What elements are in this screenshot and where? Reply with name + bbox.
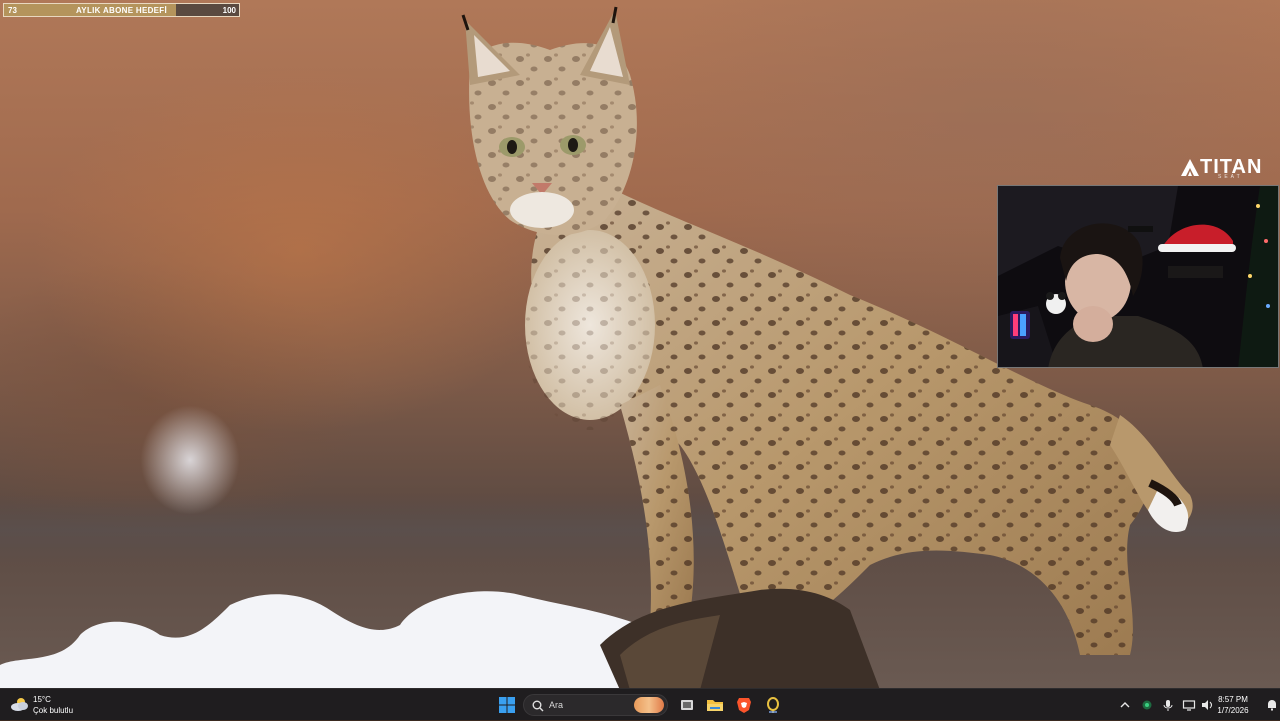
taskbar-search[interactable]: Ara (523, 694, 668, 716)
brand-subtitle: SEAT (1218, 174, 1243, 180)
network-icon[interactable] (1140, 698, 1154, 712)
task-view-button[interactable] (675, 693, 699, 717)
display-icon[interactable] (1182, 698, 1196, 712)
notification-icon[interactable] (1265, 698, 1279, 712)
wallpaper-snow-blur (140, 405, 240, 515)
clock-date: 1/7/2026 (1217, 706, 1249, 715)
windows-start-icon (499, 697, 515, 713)
goal-label: AYLIK ABONE HEDEFİ (75, 6, 168, 15)
brave-browser-button[interactable] (732, 693, 756, 717)
chevron-up-icon[interactable] (1118, 698, 1132, 712)
brave-browser-icon (737, 698, 751, 713)
wallpaper-snow (0, 588, 880, 688)
titan-logo-icon (1181, 159, 1199, 176)
webcam-overlay (997, 185, 1279, 368)
app-icon (767, 697, 779, 713)
start-button[interactable] (495, 693, 519, 717)
titan-logo: TITAN SEAT (1180, 156, 1264, 182)
pinned-app-button[interactable] (761, 693, 785, 717)
weather-description: Çok bulutlu (33, 706, 74, 715)
file-explorer-icon (707, 700, 723, 711)
weather-temperature: 15°C (33, 695, 51, 704)
search-highlight-icon (634, 697, 664, 713)
partly-cloudy-icon (11, 698, 28, 711)
clock-time: 8:57 PM (1218, 695, 1248, 704)
microphone-icon[interactable] (1161, 698, 1175, 712)
system-tray (1110, 689, 1280, 721)
goal-target-count: 100 (222, 6, 236, 15)
weather-widget[interactable]: 15°C Çok bulutlu (10, 692, 90, 718)
taskbar-clock[interactable]: 8:57 PM 1/7/2026 (1212, 694, 1254, 716)
subscriber-goal-bar: 73 AYLIK ABONE HEDEFİ 100 (3, 3, 240, 17)
task-view-icon (681, 700, 693, 710)
taskbar: 15°C Çok bulutlu Ara 8:57 PM 1/7/2026 (0, 688, 1280, 720)
webcam-feed (998, 186, 1278, 367)
file-explorer-button[interactable] (703, 693, 727, 717)
search-icon (532, 700, 544, 712)
search-placeholder: Ara (549, 700, 564, 710)
